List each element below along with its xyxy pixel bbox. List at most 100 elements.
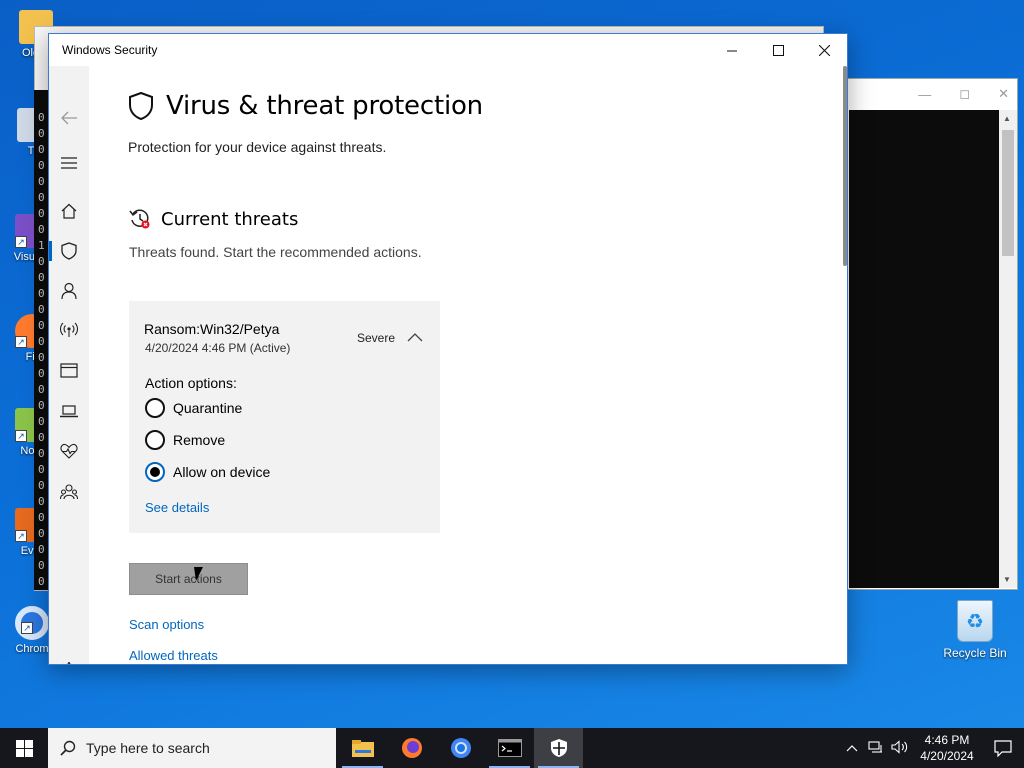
console-char: 0 [38,143,45,156]
windows-logo-icon [15,739,33,757]
chrome-icon [450,738,471,758]
console-char: 0 [38,415,45,428]
console-char: 0 [38,351,45,364]
back-arrow-icon[interactable] [57,106,81,130]
background-console-output: 0 0 0 0 0 0 0 0 1 0 0 0 0 0 0 0 0 0 0 0 0 0 0 0 0 0 0 0 0 0 [34,90,48,590]
search-placeholder: Type here to search [86,740,210,756]
console-char: 0 [38,159,45,172]
radio-remove[interactable] [145,430,165,450]
option-label: Quarantine [173,400,243,416]
family-icon[interactable] [57,480,81,504]
option-remove[interactable]: Remove [145,430,225,450]
console-char: 0 [38,447,45,460]
scroll-down-icon[interactable]: ▼ [1003,575,1011,584]
console-char: 0 [38,271,45,284]
close-icon[interactable]: ✕ [998,86,1009,102]
console-char: 0 [38,495,45,508]
console-char: 0 [38,111,45,124]
console-char: 0 [38,367,45,380]
console-char: 1 [38,239,45,252]
maximize-button[interactable] [755,34,801,66]
windows-security-window[interactable]: Windows Security Virus & threat protecti… [48,33,848,665]
page-title: Virus & threat protection [166,91,483,121]
console-char: 0 [38,175,45,188]
console-char: 0 [38,383,45,396]
console-char: 0 [38,207,45,220]
device-security-icon[interactable] [57,399,81,423]
page-header: Virus & threat protection [128,91,483,121]
scroll-up-icon[interactable]: ▲ [1003,114,1011,123]
start-button[interactable] [0,728,48,768]
current-threats-header: Current threats [129,208,298,230]
menu-icon[interactable] [57,151,81,175]
volume-icon[interactable] [888,739,912,757]
chrome-icon: ↗ [15,606,49,640]
terminal-window[interactable]: — ◻ ✕ ▲ ▼ [836,78,1018,590]
window-title: Windows Security [62,43,158,57]
start-actions-button[interactable]: Start actions [129,563,248,595]
option-quarantine[interactable]: Quarantine [145,398,242,418]
radio-quarantine[interactable] [145,398,165,418]
terminal-scrollbar[interactable]: ▲ ▼ [999,110,1017,588]
navigation-sidebar [49,66,89,664]
console-char: 0 [38,511,45,524]
taskbar: Type here to search 4:46 PM 4/20/2024 [0,728,1024,768]
taskbar-terminal[interactable] [485,728,534,768]
radio-allow-on-device[interactable] [145,462,165,482]
console-char: 0 [38,287,45,300]
section-title: Current threats [161,208,299,230]
terminal-body[interactable] [849,110,999,588]
close-icon [818,44,830,56]
health-icon[interactable] [57,439,81,463]
chevron-up-icon[interactable] [840,741,864,755]
terminal-icon [497,739,522,757]
option-label: Remove [173,432,226,448]
taskbar-search-box[interactable]: Type here to search [48,728,336,768]
settings-icon[interactable] [57,658,81,664]
see-details-link[interactable]: See details [145,500,209,515]
page-subtitle: Protection for your device against threa… [128,139,387,155]
minimize-icon [726,50,737,51]
shield-icon[interactable] [49,239,81,263]
close-button[interactable] [801,34,847,66]
terminal-titlebar: — ◻ ✕ [837,79,1017,109]
console-char: 0 [38,463,45,476]
taskbar-file-explorer[interactable] [338,728,387,768]
wireless-icon[interactable] [57,318,81,342]
console-char: 0 [38,399,45,412]
app-browser-icon[interactable] [57,358,81,382]
taskbar-chrome[interactable] [436,728,485,768]
minimize-button[interactable] [709,34,755,66]
collapse-button[interactable] [407,329,423,347]
taskbar-firefox[interactable] [387,728,436,768]
minimize-icon[interactable]: — [918,87,931,102]
option-label: Allow on device [173,464,271,480]
allowed-threats-link[interactable]: Allowed threats [129,648,218,663]
recycle-bin[interactable]: Recycle Bin [940,600,1010,660]
taskbar-windows-security[interactable] [534,728,583,768]
shield-icon [129,91,153,121]
network-icon[interactable] [864,740,888,757]
action-center-button[interactable] [982,739,1024,757]
console-char: 0 [38,559,45,572]
maximize-icon[interactable]: ◻ [959,86,970,102]
console-char: 0 [38,223,45,236]
action-options-label: Action options: [145,375,237,391]
home-icon[interactable] [57,199,81,223]
console-char: 0 [38,479,45,492]
notification-icon [994,739,1012,757]
scan-options-link[interactable]: Scan options [129,617,204,632]
option-allow-on-device[interactable]: Allow on device [145,462,270,482]
maximize-icon [772,44,784,56]
taskbar-clock[interactable]: 4:46 PM 4/20/2024 [912,732,982,764]
console-char: 0 [38,127,45,140]
threat-datetime: 4/20/2024 4:46 PM (Active) [145,341,291,355]
console-char: 0 [38,527,45,540]
content-scrollbar[interactable] [843,66,847,266]
chevron-up-icon [407,333,423,342]
scroll-thumb[interactable] [1002,130,1014,256]
console-char: 0 [38,319,45,332]
section-subtitle: Threats found. Start the recommended act… [129,244,422,260]
account-icon[interactable] [57,279,81,303]
windows-security-icon [550,739,567,757]
